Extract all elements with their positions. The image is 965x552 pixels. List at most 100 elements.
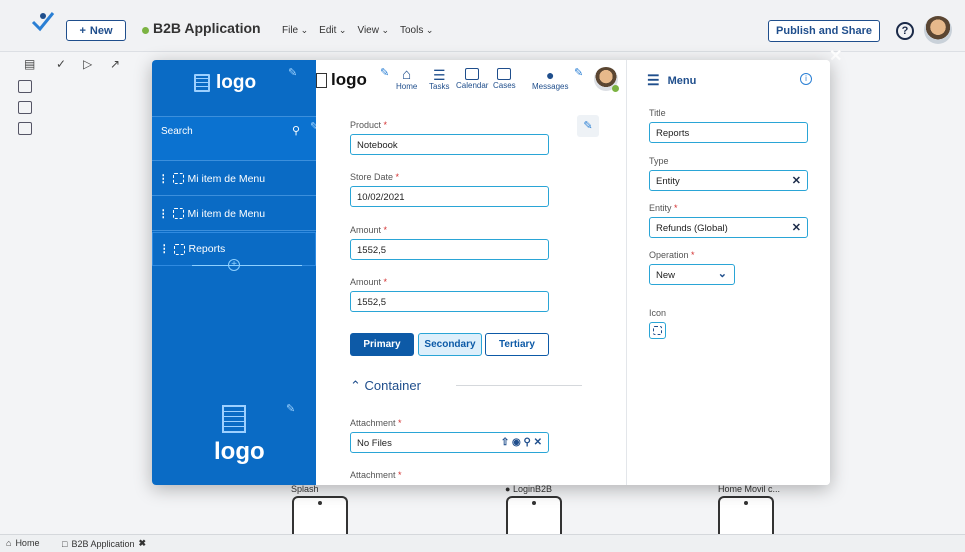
help-icon[interactable]: ? bbox=[896, 22, 914, 40]
tab-home-label: Home bbox=[15, 538, 40, 548]
info-icon[interactable]: i bbox=[800, 73, 812, 85]
placeholder-icon bbox=[172, 208, 184, 219]
field-label: Amount * bbox=[350, 225, 388, 235]
add-item-icon[interactable]: + bbox=[228, 259, 240, 271]
title-label: Title bbox=[649, 108, 666, 118]
menu-properties-panel: ☰ Menu i Title Reports Type Entity ✕ Ent… bbox=[626, 60, 830, 485]
edit-pencil-icon[interactable]: ✎ bbox=[288, 66, 297, 79]
plus-icon: + bbox=[79, 24, 86, 37]
primary-button[interactable]: Primary bbox=[350, 333, 414, 356]
icon-picker[interactable] bbox=[649, 322, 666, 339]
type-field: Type Entity ✕ bbox=[649, 156, 808, 191]
close-icon[interactable]: ✕ bbox=[534, 437, 542, 448]
nav-cases[interactable]: Cases bbox=[493, 68, 516, 90]
canvas-phone-node[interactable] bbox=[718, 496, 774, 536]
container-header[interactable]: ⌃ Container bbox=[350, 378, 421, 394]
canvas-node-label: ● LoginB2B bbox=[505, 484, 552, 494]
attachment-input[interactable]: No Files ⇧ ◉ ⚲ ✕ bbox=[350, 432, 549, 453]
tab-b2b-label: B2B Application bbox=[71, 538, 135, 549]
insert-line bbox=[192, 265, 302, 266]
new-button-label: New bbox=[89, 24, 113, 37]
new-button[interactable]: + New bbox=[66, 20, 126, 41]
sidebar-logo: logo bbox=[194, 72, 256, 94]
header-logo-text: logo bbox=[331, 70, 367, 89]
sidebar-item-menu-1[interactable]: ⋮ Mi item de Menu bbox=[152, 162, 316, 196]
canvas-node-label: Splash bbox=[291, 484, 319, 494]
tab-home[interactable]: ⌂ Home bbox=[6, 538, 39, 548]
store-date-input[interactable]: 10/02/2021 bbox=[350, 186, 549, 207]
placeholder-icon bbox=[172, 173, 184, 184]
amount-input-2[interactable]: 1552,5 bbox=[350, 291, 549, 312]
app-name: B2B Application bbox=[153, 20, 261, 36]
search-icon[interactable]: ⚲ bbox=[292, 124, 300, 137]
tertiary-button[interactable]: Tertiary bbox=[485, 333, 549, 356]
clear-icon[interactable]: ✕ bbox=[792, 221, 801, 234]
operation-select[interactable]: New ⌄ bbox=[649, 264, 735, 285]
amount-field-2: Amount * 1552,5 bbox=[350, 277, 549, 312]
edit-pencil-icon[interactable]: ✎ bbox=[574, 66, 583, 79]
building-icon bbox=[316, 72, 327, 88]
drag-handle-icon[interactable]: ⋮ bbox=[158, 208, 169, 220]
calendar-icon bbox=[465, 68, 480, 80]
entity-field: Entity * Refunds (Global) ✕ bbox=[649, 203, 808, 238]
secondary-button[interactable]: Secondary bbox=[418, 333, 482, 356]
tasks-icon: ☰ bbox=[432, 67, 446, 83]
publish-button[interactable]: Publish and Share bbox=[768, 20, 880, 42]
operation-field: Operation * New ⌄ bbox=[649, 250, 735, 285]
save-icon[interactable]: ▤ bbox=[24, 57, 35, 71]
upload-icon[interactable]: ⇧ bbox=[501, 437, 509, 448]
entity-value: Refunds (Global) bbox=[656, 223, 728, 234]
nav-calendar[interactable]: Calendar bbox=[456, 68, 488, 90]
play-icon[interactable]: ▷ bbox=[83, 57, 92, 71]
product-input[interactable]: Notebook bbox=[350, 134, 549, 155]
panel-title: Menu bbox=[667, 74, 697, 87]
attachment-value: No Files bbox=[357, 438, 392, 449]
eye-icon[interactable]: ◉ bbox=[512, 437, 521, 448]
sidebar-item-menu-2[interactable]: ⋮ Mi item de Menu bbox=[152, 197, 316, 231]
close-modal-icon[interactable]: ✕ bbox=[829, 46, 842, 66]
sidebar-item-label: Mi item de Menu bbox=[187, 172, 266, 185]
app-logo-icon[interactable] bbox=[30, 10, 56, 32]
edit-menu[interactable]: Edit bbox=[319, 25, 346, 36]
check-icon[interactable]: ✓ bbox=[56, 57, 66, 71]
sidebar-search[interactable]: Search ⚲ bbox=[152, 116, 316, 161]
edit-pencil-icon[interactable]: ✎ bbox=[380, 66, 389, 79]
edit-form-button[interactable]: ✎ bbox=[577, 115, 599, 137]
layout-icon[interactable] bbox=[18, 80, 32, 93]
nav-tasks[interactable]: ☰ Tasks bbox=[429, 68, 449, 91]
amount-field: Amount * 1552,5 bbox=[350, 225, 549, 260]
file-menu[interactable]: File bbox=[282, 25, 308, 36]
type-select[interactable]: Entity ✕ bbox=[649, 170, 808, 191]
amount-input[interactable]: 1552,5 bbox=[350, 239, 549, 260]
close-tab-icon[interactable]: ✖ bbox=[138, 538, 146, 549]
chevron-up-icon: ⌃ bbox=[350, 378, 361, 393]
building-icon bbox=[222, 405, 246, 433]
entity-select[interactable]: Refunds (Global) ✕ bbox=[649, 217, 808, 238]
operation-value: New bbox=[656, 270, 676, 281]
search-icon[interactable]: ⚲ bbox=[524, 437, 531, 448]
type-value: Entity bbox=[656, 176, 680, 187]
clear-icon[interactable]: ✕ bbox=[792, 174, 801, 187]
view-menu[interactable]: View bbox=[357, 25, 389, 36]
placeholder-icon bbox=[653, 326, 662, 335]
component-icon[interactable] bbox=[18, 122, 32, 135]
title-input[interactable]: Reports bbox=[649, 122, 808, 143]
icon-label: Icon bbox=[649, 308, 667, 318]
nav-messages[interactable]: ● Messages bbox=[532, 68, 568, 91]
canvas-phone-node[interactable] bbox=[292, 496, 348, 536]
field-label: Amount * bbox=[350, 277, 388, 287]
tools-menu[interactable]: Tools bbox=[400, 25, 433, 36]
page-icon[interactable] bbox=[18, 101, 32, 114]
user-avatar[interactable] bbox=[924, 16, 952, 44]
tab-b2b-application[interactable]: □ B2B Application ✖ bbox=[62, 538, 146, 549]
icon-field: Icon bbox=[649, 308, 666, 339]
drag-handle-icon[interactable]: ⋮ bbox=[159, 243, 170, 255]
canvas-phone-node[interactable] bbox=[506, 496, 562, 536]
nav-home[interactable]: ⌂ Home bbox=[396, 67, 417, 91]
panel-header: ☰ Menu bbox=[647, 72, 696, 89]
drag-handle-icon[interactable]: ⋮ bbox=[158, 173, 169, 185]
export-icon[interactable]: ↗ bbox=[110, 57, 120, 71]
edit-pencil-icon[interactable]: ✎ bbox=[286, 402, 295, 415]
container-label: Container bbox=[364, 378, 421, 393]
field-label: Product * bbox=[350, 120, 388, 130]
